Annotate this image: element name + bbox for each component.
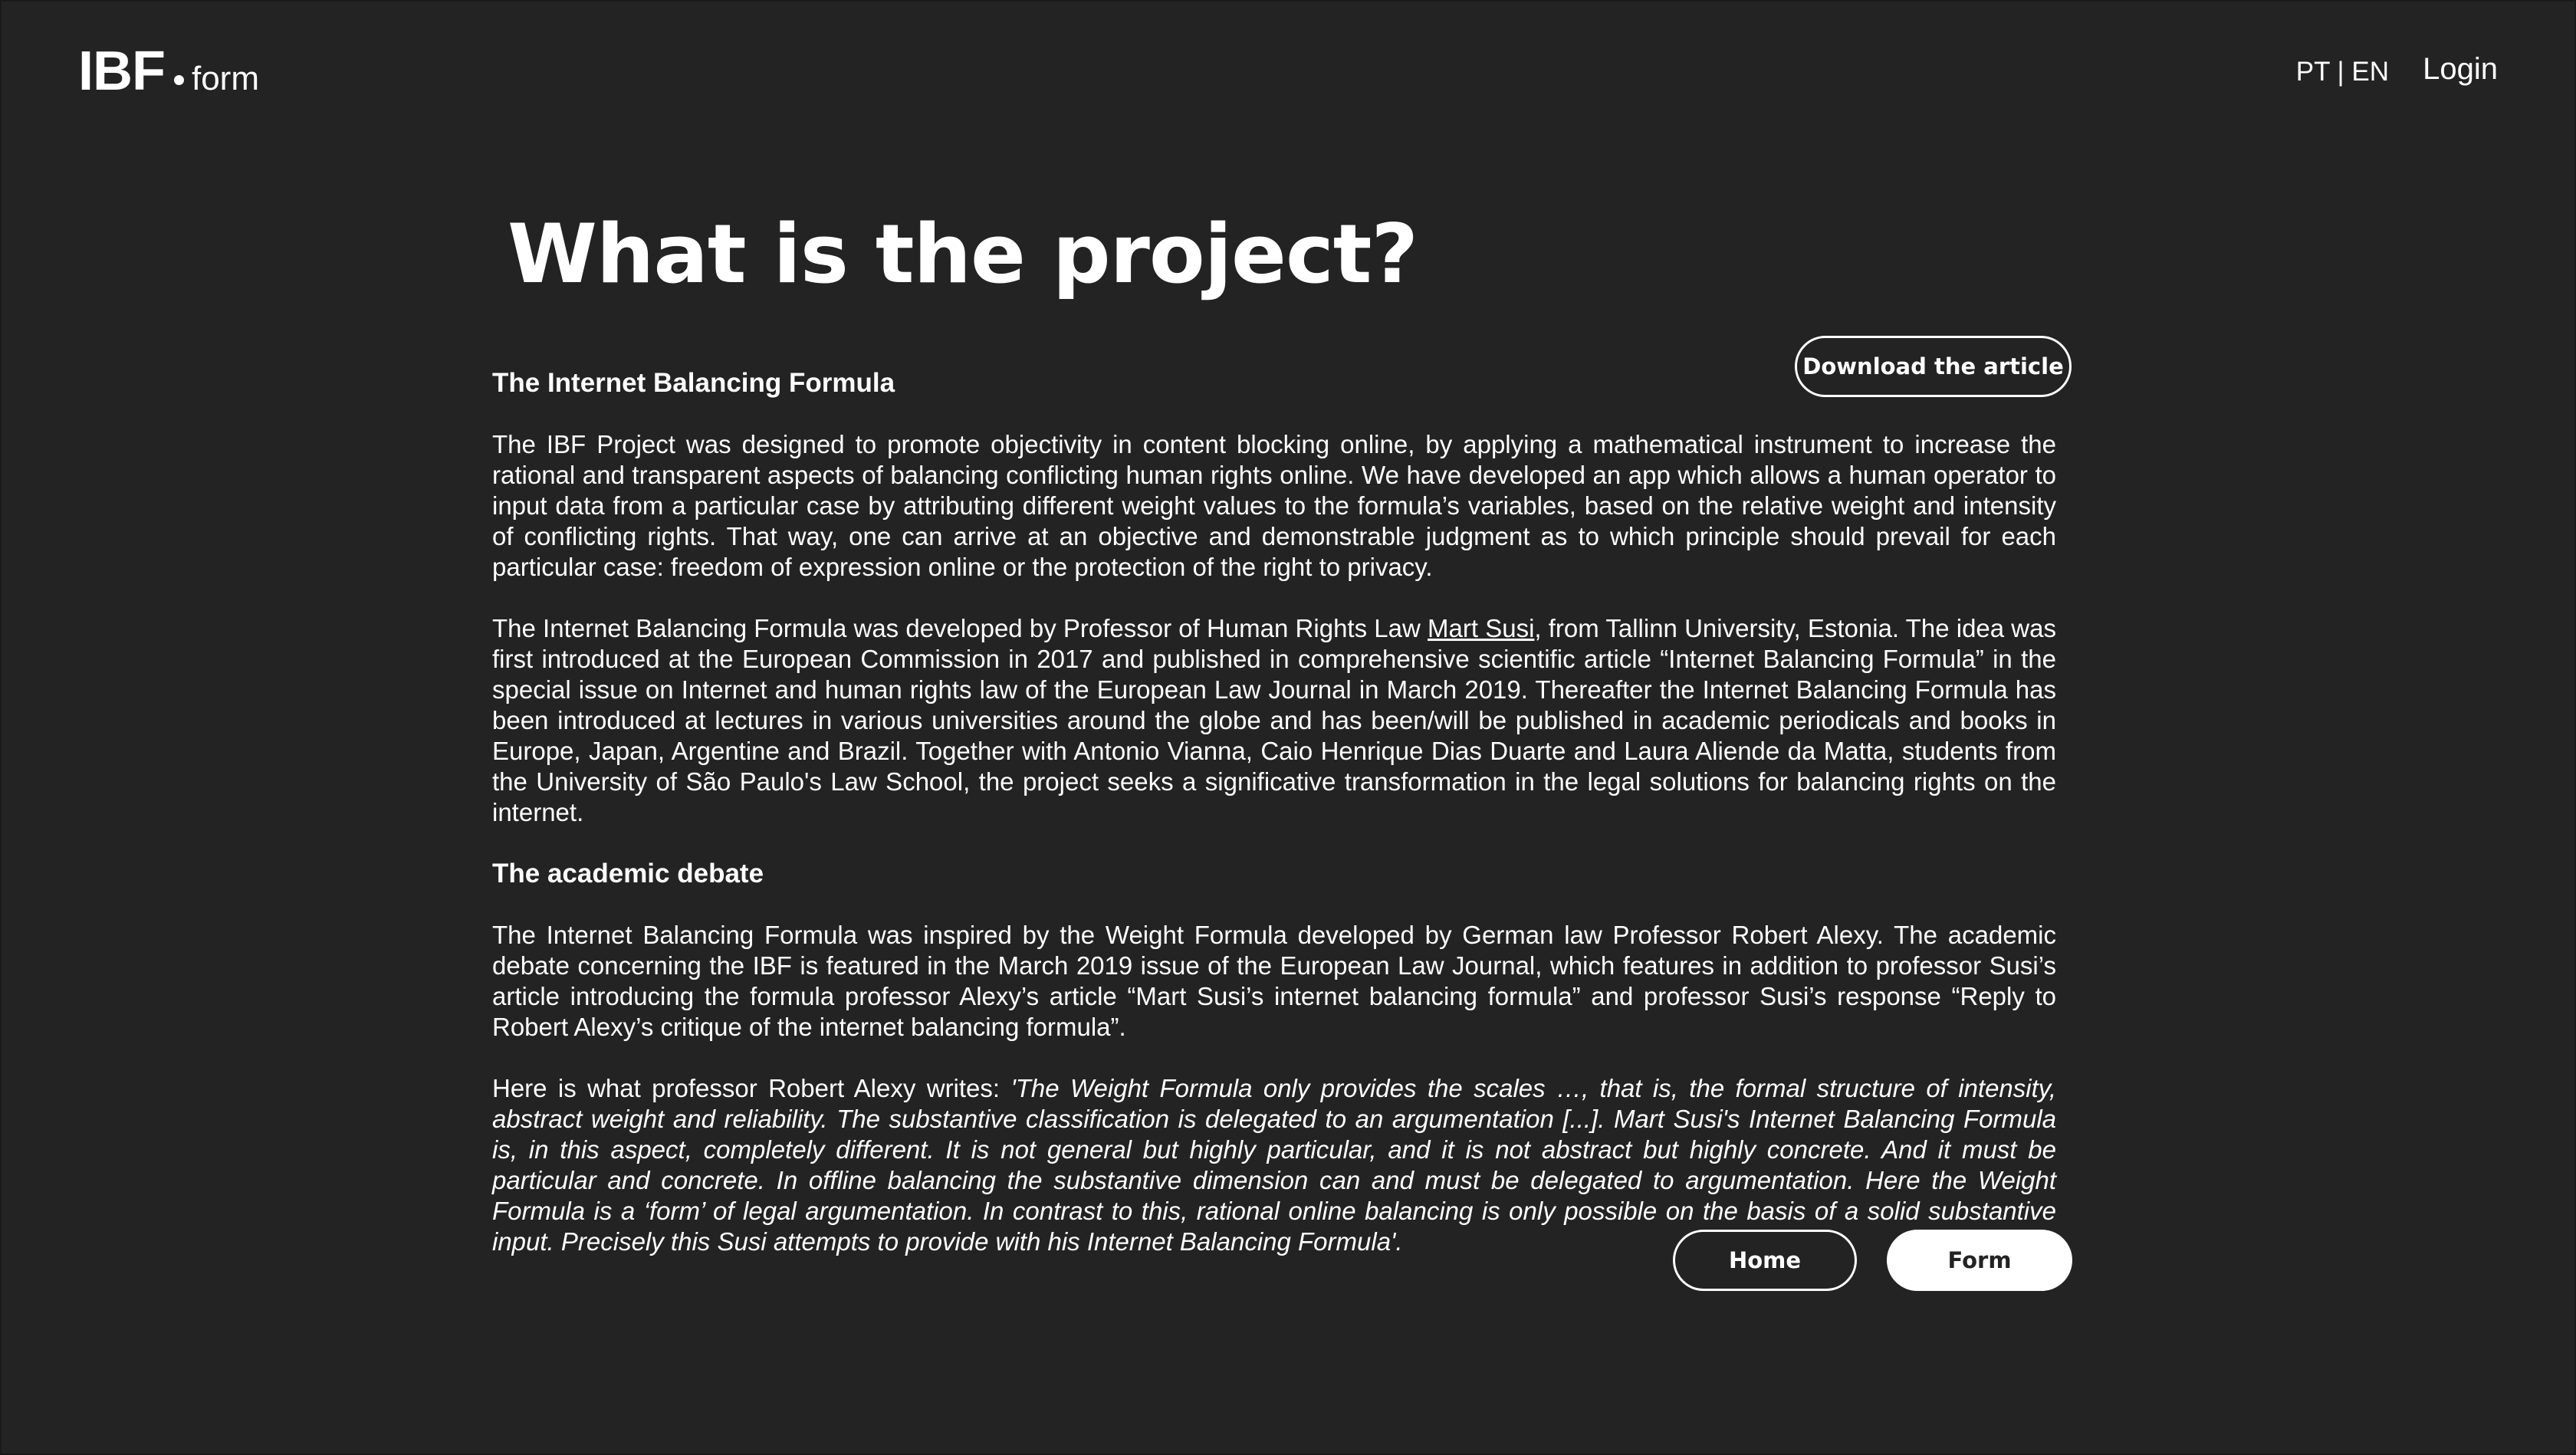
section-heading-ibf: The Internet Balancing Formula xyxy=(492,368,895,398)
article-content: The Internet Balancing Formula The IBF P… xyxy=(492,368,2056,1288)
logo-main-text: IBF xyxy=(78,41,166,102)
paragraph-intro: The IBF Project was designed to promote … xyxy=(492,430,2056,581)
language-switch[interactable]: PT | EN xyxy=(2296,57,2389,87)
section-heading-debate: The academic debate xyxy=(492,859,764,888)
paragraph-development-text: The Internet Balancing Formula was devel… xyxy=(492,614,1428,642)
logo-dot xyxy=(173,75,184,85)
logo[interactable]: IBF form xyxy=(78,40,259,103)
quote-intro: Here is what professor Robert Alexy writ… xyxy=(492,1074,1011,1102)
login-link[interactable]: Login xyxy=(2423,52,2498,87)
home-button[interactable]: Home xyxy=(1673,1230,1857,1291)
page: IBF form PT | EN Login What is the proje… xyxy=(0,0,2576,1455)
page-title: What is the project? xyxy=(508,207,1418,301)
paragraph-debate: The Internet Balancing Formula was inspi… xyxy=(492,921,2056,1041)
logo-sub-text: form xyxy=(191,60,259,97)
paragraph-development-text-cont: , from Tallinn University, Estonia. The … xyxy=(492,614,2056,826)
paragraph-development: The Internet Balancing Formula was devel… xyxy=(492,613,2056,828)
form-button[interactable]: Form xyxy=(1887,1230,2072,1291)
mart-susi-link[interactable]: Mart Susi xyxy=(1428,614,1534,642)
